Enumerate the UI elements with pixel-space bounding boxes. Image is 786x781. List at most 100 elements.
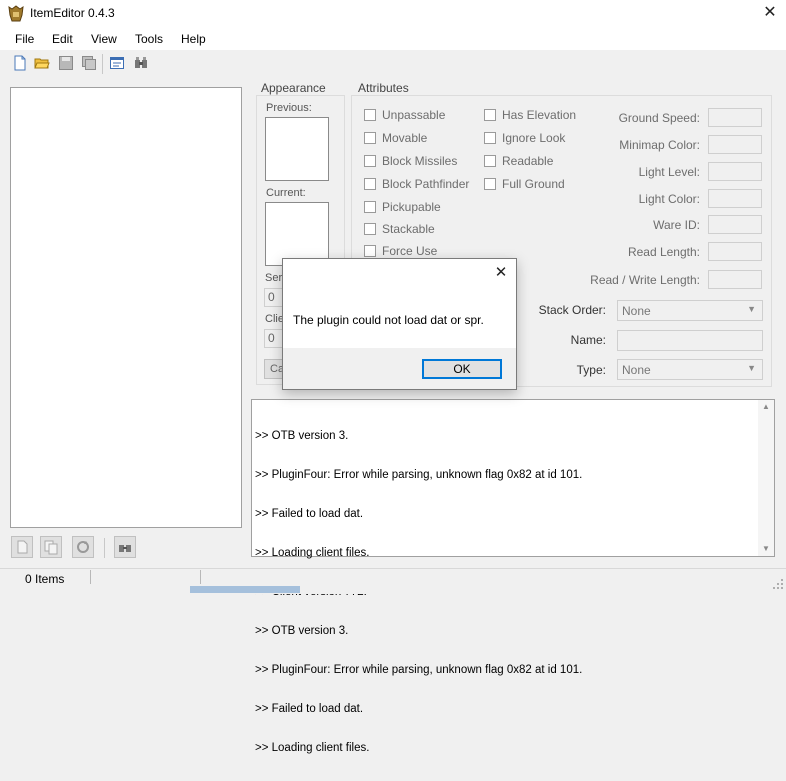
light-color-field[interactable] <box>708 189 762 208</box>
movable-label: Movable <box>382 131 428 145</box>
menu-view[interactable]: View <box>91 32 117 46</box>
name-label: Name: <box>570 333 606 347</box>
light-level-label: Light Level: <box>638 165 700 179</box>
type-select[interactable]: None ▼ <box>617 359 763 380</box>
log-line: >> Failed to load dat. <box>255 508 364 520</box>
open-folder-icon[interactable] <box>34 55 50 71</box>
items-count: 0 Items <box>25 572 65 586</box>
previous-label: Previous: <box>266 102 312 114</box>
resize-grip-icon[interactable] <box>772 578 784 590</box>
previous-sprite-preview <box>265 117 329 181</box>
menu-edit[interactable]: Edit <box>52 32 73 46</box>
preferences-icon[interactable] <box>109 55 125 71</box>
window-title: ItemEditor 0.4.3 <box>30 6 115 20</box>
duplicate-item-button[interactable] <box>40 536 62 558</box>
light-level-field[interactable] <box>708 162 762 181</box>
block-missiles-checkbox[interactable] <box>364 155 376 167</box>
save-as-icon[interactable] <box>81 55 97 71</box>
item-list[interactable] <box>10 87 242 528</box>
chevron-down-icon: ▼ <box>747 304 756 314</box>
status-bar <box>0 568 786 594</box>
reload-item-icon <box>77 541 89 553</box>
ok-button[interactable]: OK <box>422 359 502 379</box>
menu-bar: File Edit View Tools Help <box>0 28 786 50</box>
background-window-edge <box>190 586 300 593</box>
ground-speed-field[interactable] <box>708 108 762 127</box>
toolbar-separator <box>102 54 103 74</box>
type-value: None <box>622 363 651 377</box>
readable-label: Readable <box>502 154 554 168</box>
reload-item-button[interactable] <box>72 536 94 558</box>
force-use-label: Force Use <box>382 244 438 258</box>
output-log[interactable]: >> OTB version 3. >> PluginFour: Error w… <box>251 399 775 754</box>
block-pathfinder-label: Block Pathfinder <box>382 177 470 191</box>
log-line: >> OTB version 3. <box>255 430 349 442</box>
minimap-color-label: Minimap Color: <box>619 138 700 152</box>
attributes-title: Attributes <box>356 81 411 95</box>
stack-order-value: None <box>622 304 651 318</box>
stackable-label: Stackable <box>382 222 435 236</box>
log-line: >> Loading client files. <box>255 547 370 559</box>
candidates-button[interactable]: Ca <box>264 359 284 379</box>
new-item-icon <box>17 540 28 554</box>
name-field[interactable] <box>617 330 763 351</box>
stackable-checkbox[interactable] <box>364 223 376 235</box>
status-separator <box>90 570 91 584</box>
readable-checkbox[interactable] <box>484 155 496 167</box>
menu-file[interactable]: File <box>15 32 34 46</box>
new-file-icon[interactable] <box>12 55 28 71</box>
appearance-title: Appearance <box>259 81 328 95</box>
ware-id-field[interactable] <box>708 215 762 234</box>
app-logo-icon <box>8 5 24 22</box>
new-item-button[interactable] <box>11 536 33 558</box>
stack-order-label: Stack Order: <box>538 303 606 317</box>
read-write-length-label: Read / Write Length: <box>590 273 700 287</box>
dialog-message: The plugin could not load dat or spr. <box>293 313 484 327</box>
read-length-field[interactable] <box>708 242 762 261</box>
menu-tools[interactable]: Tools <box>135 32 163 46</box>
ware-id-label: Ware ID: <box>653 218 700 232</box>
server-id-label: Ser <box>265 272 283 284</box>
chevron-down-icon: ▼ <box>747 363 756 373</box>
read-write-length-field[interactable] <box>708 270 762 289</box>
log-line: >> PluginFour: Error while parsing, unkn… <box>255 469 583 481</box>
client-id-field[interactable]: 0 <box>264 329 284 348</box>
current-label: Current: <box>266 187 306 199</box>
find-icon[interactable] <box>133 55 149 71</box>
unpassable-checkbox[interactable] <box>364 109 376 121</box>
has-elevation-checkbox[interactable] <box>484 109 496 121</box>
full-ground-label: Full Ground <box>502 177 565 191</box>
stack-order-select[interactable]: None ▼ <box>617 300 763 321</box>
ground-speed-label: Ground Speed: <box>618 111 700 125</box>
window-close-button[interactable]: ✕ <box>760 3 780 23</box>
type-label: Type: <box>576 363 606 377</box>
light-color-label: Light Color: <box>638 192 700 206</box>
ignore-look-label: Ignore Look <box>502 131 566 145</box>
find-item-button[interactable] <box>114 536 136 558</box>
save-icon[interactable] <box>58 55 74 71</box>
status-separator <box>200 570 201 584</box>
bottom-separator <box>104 538 105 558</box>
dialog-close-button[interactable]: ✕ <box>493 265 509 281</box>
movable-checkbox[interactable] <box>364 132 376 144</box>
find-item-icon <box>119 545 131 552</box>
pickupable-checkbox[interactable] <box>364 201 376 213</box>
force-use-checkbox[interactable] <box>364 245 376 257</box>
error-dialog: ✕ The plugin could not load dat or spr. … <box>282 258 517 390</box>
minimap-color-field[interactable] <box>708 135 762 154</box>
log-line: >> Failed to load dat. <box>255 703 364 715</box>
log-line: >> PluginFour: Error while parsing, unkn… <box>255 664 583 676</box>
scroll-down-icon[interactable]: ▼ <box>762 544 770 553</box>
pickupable-label: Pickupable <box>382 200 441 214</box>
read-length-label: Read Length: <box>627 245 700 259</box>
log-line: >> Loading client files. <box>255 742 370 754</box>
block-pathfinder-checkbox[interactable] <box>364 178 376 190</box>
log-scrollbar[interactable]: ▲ ▼ <box>758 400 774 556</box>
menu-help[interactable]: Help <box>181 32 206 46</box>
server-id-field[interactable]: 0 <box>264 288 284 307</box>
full-ground-checkbox[interactable] <box>484 178 496 190</box>
log-line: >> OTB version 3. <box>255 625 349 637</box>
ignore-look-checkbox[interactable] <box>484 132 496 144</box>
scroll-up-icon[interactable]: ▲ <box>762 402 770 411</box>
unpassable-label: Unpassable <box>382 108 446 122</box>
